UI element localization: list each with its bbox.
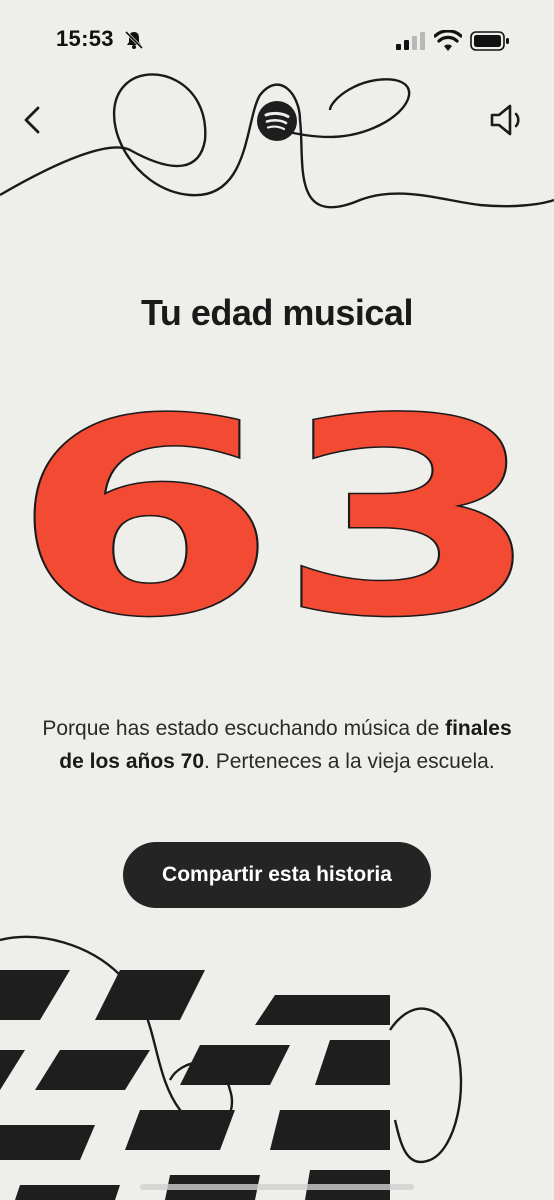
story-description: Porque has estado escuchando música de f…: [40, 712, 514, 778]
home-indicator[interactable]: [140, 1184, 414, 1190]
age-value: 63: [12, 398, 542, 628]
bell-slash-icon: [124, 30, 144, 50]
description-start: Porque has estado escuchando música de: [42, 717, 446, 740]
story-title: Tu edad musical: [141, 292, 413, 333]
sound-toggle-button[interactable]: [488, 100, 530, 140]
speaker-icon: [490, 104, 520, 136]
back-button[interactable]: [16, 100, 50, 140]
spotify-logo-icon: [257, 101, 297, 141]
chevron-left-icon: [24, 106, 40, 134]
musical-age-number: 63: [11, 398, 544, 628]
share-button-label: Compartir esta historia: [162, 863, 392, 886]
share-story-button[interactable]: Compartir esta historia: [123, 842, 431, 908]
wifi-icon: [434, 30, 462, 51]
status-bar: 15:53: [0, 0, 554, 80]
battery-icon: [470, 31, 509, 51]
description-end: . Perteneces a la vieja escuela.: [204, 750, 495, 773]
cellular-signal-icon: [396, 32, 425, 50]
status-time: 15:53: [56, 26, 114, 51]
